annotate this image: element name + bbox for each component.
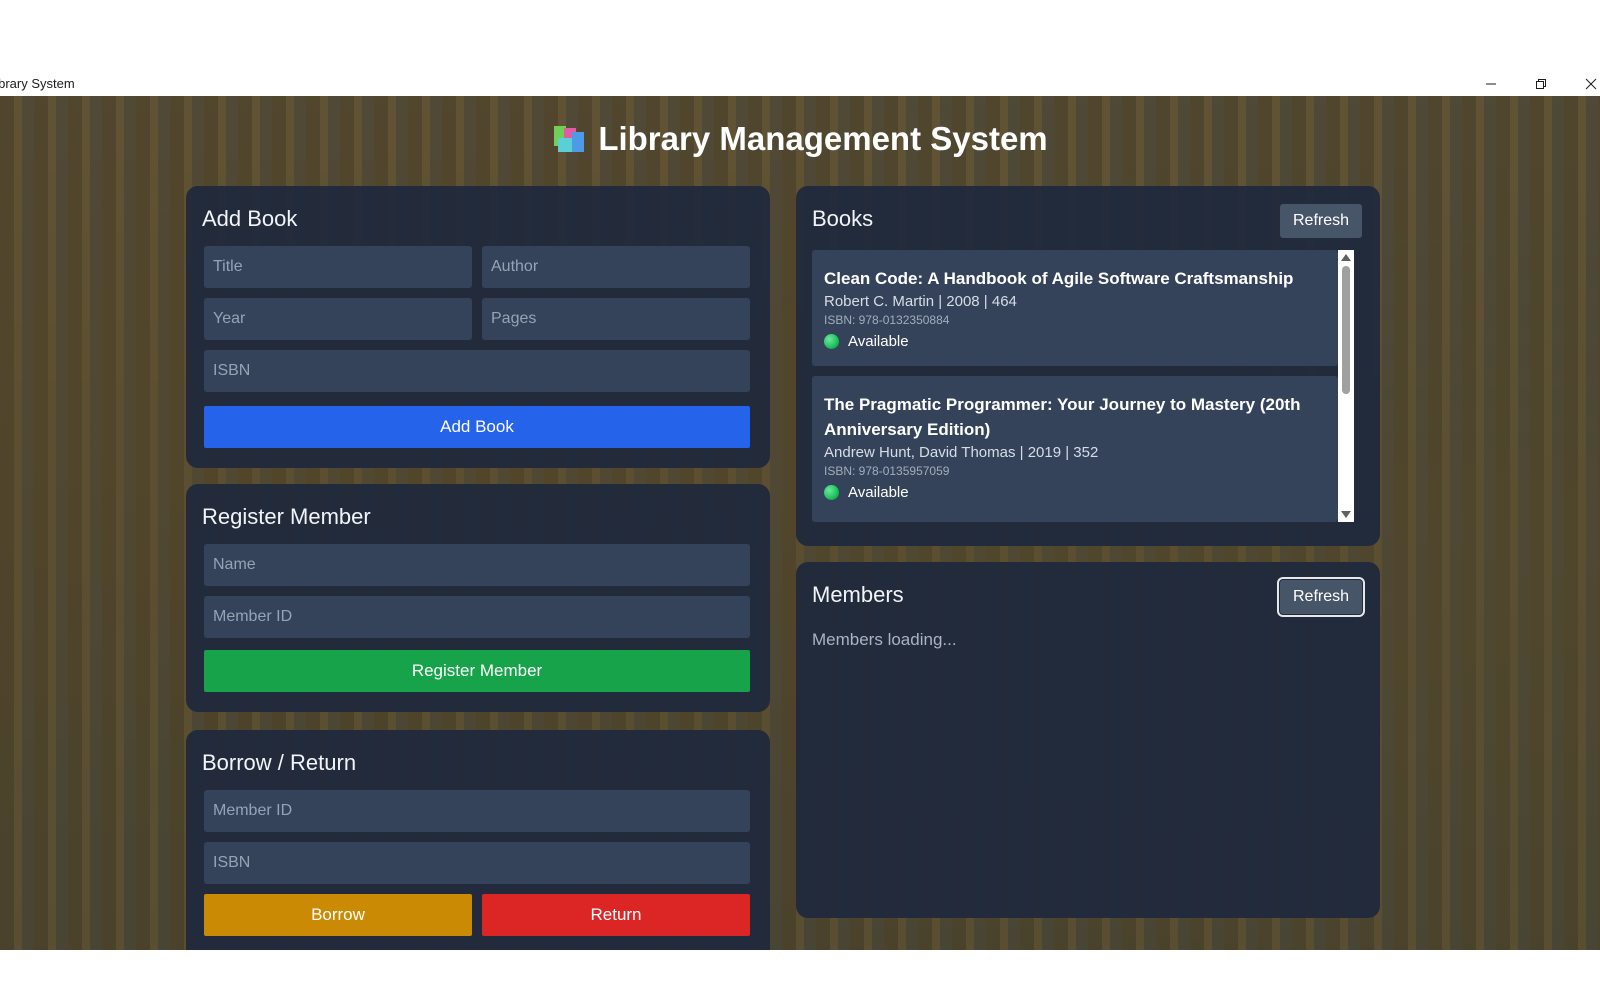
scroll-thumb[interactable] <box>1342 266 1350 394</box>
close-button[interactable] <box>1568 72 1600 96</box>
members-loading-text: Members loading... <box>812 630 957 649</box>
books-refresh-button[interactable]: Refresh <box>1280 204 1362 238</box>
book-title: The Pragmatic Programmer: Your Journey t… <box>824 395 1301 439</box>
add-book-heading: Add Book <box>202 206 298 231</box>
app-window: Library Management System Add Book Add B… <box>0 96 1600 950</box>
book-status: Available <box>824 484 1326 501</box>
borrow-return-card: Borrow / Return Borrow Return <box>186 730 770 950</box>
author-input[interactable] <box>482 246 750 288</box>
taskbar-gap <box>0 950 1600 1000</box>
pages-input[interactable] <box>482 298 750 340</box>
register-member-button[interactable]: Register Member <box>204 650 750 692</box>
scroll-up-arrow-icon[interactable] <box>1341 253 1351 263</box>
add-book-card: Add Book Add Book <box>186 186 770 468</box>
book-title: Clean Code: A Handbook of Agile Software… <box>824 269 1294 288</box>
books-card: Books Refresh Clean Code: A Handbook of … <box>796 186 1380 546</box>
book-status-label: Available <box>848 484 909 501</box>
books-list[interactable]: Clean Code: A Handbook of Agile Software… <box>812 250 1352 522</box>
book-meta: Robert C. Martin | 2008 | 464 <box>824 293 1017 310</box>
borrow-member-id-input[interactable] <box>204 790 750 832</box>
title-input[interactable] <box>204 246 472 288</box>
book-meta: Andrew Hunt, David Thomas | 2019 | 352 <box>824 444 1099 461</box>
borrow-return-heading: Borrow / Return <box>202 750 357 775</box>
borrow-isbn-input[interactable] <box>204 842 750 884</box>
book-isbn: ISBN: 978-0135957059 <box>824 464 950 478</box>
minimize-button[interactable] <box>1468 72 1514 96</box>
available-status-icon <box>824 485 839 500</box>
window-title: Library System <box>0 76 75 91</box>
add-book-button[interactable]: Add Book <box>204 406 750 448</box>
books-icon <box>554 126 585 152</box>
isbn-input[interactable] <box>204 350 750 392</box>
window-titlebar: Library System <box>0 72 1600 96</box>
book-isbn: ISBN: 978-0132350884 <box>824 313 950 327</box>
borrow-button[interactable]: Borrow <box>204 894 472 936</box>
minimize-icon <box>1486 83 1496 85</box>
close-icon <box>1585 78 1597 90</box>
member-name-input[interactable] <box>204 544 750 586</box>
book-status-label: Available <box>848 333 909 350</box>
books-heading: Books <box>812 206 874 231</box>
book-list-item[interactable]: Clean Code: A Handbook of Agile Software… <box>812 250 1338 366</box>
return-button[interactable]: Return <box>482 894 750 936</box>
book-status: Available <box>824 333 1326 350</box>
members-heading: Members <box>812 582 904 607</box>
member-id-input[interactable] <box>204 596 750 638</box>
page-title: Library Management System <box>598 120 1048 157</box>
register-member-card: Register Member Register Member <box>186 484 770 712</box>
page-header: Library Management System <box>0 120 1600 158</box>
restore-icon <box>1536 79 1546 89</box>
year-input[interactable] <box>204 298 472 340</box>
register-member-heading: Register Member <box>202 504 371 529</box>
members-refresh-button[interactable]: Refresh <box>1277 577 1365 617</box>
restore-button[interactable] <box>1518 72 1564 96</box>
books-scrollbar[interactable] <box>1338 250 1354 522</box>
members-card: Members Refresh Members loading... <box>796 562 1380 918</box>
scroll-down-arrow-icon[interactable] <box>1341 509 1351 519</box>
book-list-item[interactable]: The Pragmatic Programmer: Your Journey t… <box>812 376 1338 522</box>
available-status-icon <box>824 334 839 349</box>
